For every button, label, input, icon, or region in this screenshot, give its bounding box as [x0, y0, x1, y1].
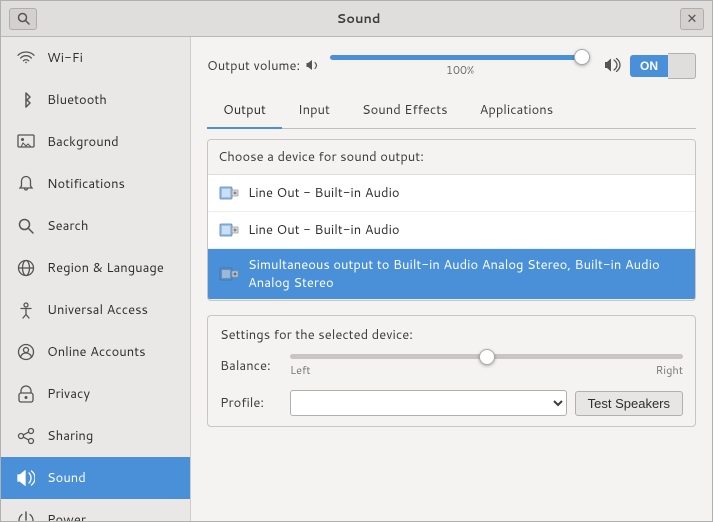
sidebar-item-privacy[interactable]: Privacy: [1, 373, 190, 415]
sidebar-label-notifications: Notifications: [47, 175, 125, 193]
device-label-1: Line Out - Built-in Audio: [248, 184, 400, 202]
volume-percent: 100%: [446, 62, 474, 78]
sidebar-item-wifi[interactable]: Wi-Fi: [1, 37, 190, 79]
tab-sound-effects[interactable]: Sound Effects: [346, 93, 464, 129]
device-label-2: Line Out - Built-in Audio: [248, 221, 400, 239]
balance-container: Left Right: [290, 354, 683, 378]
universal-access-icon: [15, 299, 37, 321]
sidebar-label-region: Region & Language: [47, 259, 164, 277]
sidebar-item-sound[interactable]: Sound: [1, 457, 190, 499]
tab-input[interactable]: Input: [282, 93, 346, 129]
bluetooth-icon: [15, 89, 37, 111]
sidebar-label-background: Background: [47, 133, 119, 151]
profile-select[interactable]: [290, 390, 567, 416]
background-icon: [15, 131, 37, 153]
notifications-icon: [15, 173, 37, 195]
privacy-icon: [15, 383, 37, 405]
tabs-row: Output Input Sound Effects Applications: [207, 93, 696, 129]
close-button[interactable]: ✕: [680, 8, 704, 30]
online-accounts-icon: [15, 341, 37, 363]
sidebar-item-search[interactable]: Search: [1, 205, 190, 247]
profile-label: Profile:: [220, 394, 290, 412]
volume-slider[interactable]: [330, 55, 590, 60]
device-label-3: Simultaneous output to Built-in Audio An…: [248, 256, 685, 292]
settings-section: Settings for the selected device: Balanc…: [207, 315, 696, 427]
volume-slider-container: 100%: [324, 55, 596, 78]
region-icon: [15, 257, 37, 279]
sidebar-label-search: Search: [47, 217, 88, 235]
balance-labels: Left Right: [290, 362, 683, 378]
sidebar-label-sound: Sound: [47, 469, 86, 487]
main-panel: Output volume: 100%: [191, 37, 712, 521]
device-item-2[interactable]: Line Out - Built-in Audio: [208, 212, 695, 249]
sidebar-item-bluetooth[interactable]: Bluetooth: [1, 79, 190, 121]
search-button[interactable]: [9, 8, 37, 30]
toggle-on-button[interactable]: ON: [630, 55, 668, 77]
sidebar-item-universal-access[interactable]: Universal Access: [1, 289, 190, 331]
sidebar-label-bluetooth: Bluetooth: [47, 91, 107, 109]
sharing-icon: [15, 425, 37, 447]
window-title: Sound: [37, 10, 680, 28]
titlebar: Sound ✕: [1, 1, 712, 37]
volume-high-icon: [604, 55, 622, 78]
balance-label: Balance:: [220, 357, 290, 375]
sound-icon: [15, 467, 37, 489]
sidebar-label-power: Power: [47, 511, 86, 521]
content-area: Wi-Fi Bluetooth Backgr: [1, 37, 712, 521]
volume-low-icon: [306, 56, 320, 76]
device-icon-2: [218, 219, 240, 241]
test-speakers-button[interactable]: Test Speakers: [575, 391, 683, 416]
device-section-title: Choose a device for sound output:: [208, 140, 695, 175]
search-nav-icon: [15, 215, 37, 237]
volume-row: Output volume: 100%: [207, 53, 696, 79]
device-icon-1: [218, 182, 240, 204]
sidebar-item-notifications[interactable]: Notifications: [1, 163, 190, 205]
sidebar-item-background[interactable]: Background: [1, 121, 190, 163]
tab-applications[interactable]: Applications: [464, 93, 570, 129]
sidebar-item-sharing[interactable]: Sharing: [1, 415, 190, 457]
sidebar-item-region[interactable]: Region & Language: [1, 247, 190, 289]
sidebar: Wi-Fi Bluetooth Backgr: [1, 37, 191, 521]
toggle-off-area[interactable]: [668, 53, 696, 79]
sidebar-label-privacy: Privacy: [47, 385, 90, 403]
sidebar-label-sharing: Sharing: [47, 427, 93, 445]
tab-output[interactable]: Output: [207, 93, 282, 129]
device-list: Line Out - Built-in Audio Line Out - Bui…: [208, 175, 695, 300]
device-item-1[interactable]: Line Out - Built-in Audio: [208, 175, 695, 212]
wifi-icon: [15, 47, 37, 69]
device-section: Choose a device for sound output: Line O…: [207, 139, 696, 301]
toggle-area: ON: [630, 53, 696, 79]
balance-left-label: Left: [290, 362, 311, 378]
profile-row: Profile: Test Speakers: [220, 390, 683, 416]
sidebar-label-online-accounts: Online Accounts: [47, 343, 146, 361]
sidebar-label-wifi: Wi-Fi: [47, 49, 83, 67]
balance-right-label: Right: [656, 362, 683, 378]
sidebar-label-universal-access: Universal Access: [47, 301, 148, 319]
power-icon: [15, 509, 37, 521]
volume-label: Output volume:: [207, 57, 300, 75]
sidebar-item-online-accounts[interactable]: Online Accounts: [1, 331, 190, 373]
device-icon-3: [218, 263, 240, 285]
balance-row: Balance: Left Right: [220, 354, 683, 378]
sidebar-item-power[interactable]: Power: [1, 499, 190, 521]
balance-slider[interactable]: [290, 354, 683, 359]
device-item-3[interactable]: Simultaneous output to Built-in Audio An…: [208, 249, 695, 300]
settings-window: Sound ✕ Wi-Fi: [0, 0, 713, 522]
settings-section-title: Settings for the selected device:: [220, 326, 683, 344]
